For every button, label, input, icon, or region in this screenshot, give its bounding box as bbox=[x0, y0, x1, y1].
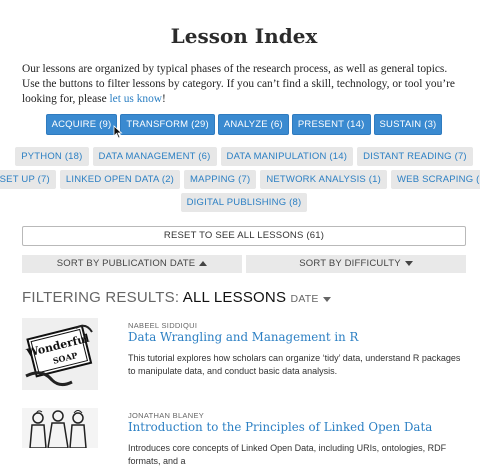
lesson-description: This tutorial explores how scholars can … bbox=[128, 353, 461, 376]
sort-by-difficulty-button[interactable]: SORT BY DIFFICULTY bbox=[246, 255, 466, 273]
chevron-down-icon bbox=[322, 296, 331, 302]
topic-button-python[interactable]: PYTHON (18) bbox=[15, 147, 89, 166]
sort-by-date-button[interactable]: SORT BY PUBLICATION DATE bbox=[22, 255, 242, 273]
intro-paragraph: Our lessons are organized by typical pha… bbox=[22, 62, 466, 107]
mouse-pointer-icon bbox=[113, 125, 123, 139]
sort-ascending-icon bbox=[199, 260, 208, 266]
sort-date-label: SORT BY PUBLICATION DATE bbox=[56, 258, 196, 269]
lesson-author[interactable]: JONATHAN BLANEY bbox=[128, 411, 204, 420]
topic-filter-row-1: PYTHON (18) DATA MANAGEMENT (6) DATA MAN… bbox=[15, 147, 473, 166]
phase-button-present[interactable]: PRESENT (14) bbox=[291, 114, 371, 135]
topic-button-network-analysis[interactable]: NETWORK ANALYSIS (1) bbox=[260, 170, 387, 189]
topic-filter-row-3: DIGITAL PUBLISHING (8) bbox=[22, 193, 466, 212]
phase-button-transform[interactable]: TRANSFORM (29) bbox=[120, 114, 215, 135]
lesson-title[interactable]: Data Wrangling and Management in R bbox=[128, 330, 358, 344]
topic-button-data-manipulation[interactable]: DATA MANIPULATION (14) bbox=[220, 147, 354, 166]
filter-sort-label: DATE bbox=[290, 293, 319, 305]
topic-button-linked-open-data[interactable]: LINKED OPEN DATA (2) bbox=[59, 170, 181, 189]
sort-descending-icon bbox=[404, 260, 413, 266]
let-us-know-link[interactable]: let us know bbox=[109, 93, 162, 105]
lesson-title[interactable]: Introduction to the Principles of Linked… bbox=[128, 420, 432, 434]
lesson-thumbnail[interactable] bbox=[22, 408, 98, 448]
lesson-author[interactable]: NABEEL SIDDIQUI bbox=[128, 321, 197, 330]
topic-button-set-up[interactable]: SET UP (7) bbox=[0, 170, 56, 189]
topic-button-distant-reading[interactable]: DISTANT READING (7) bbox=[357, 147, 473, 166]
topic-button-digital-publishing[interactable]: DIGITAL PUBLISHING (8) bbox=[180, 193, 308, 212]
topic-filter-row-2: SET UP (7) LINKED OPEN DATA (2) MAPPING … bbox=[0, 170, 480, 189]
sort-difficulty-label: SORT BY DIFFICULTY bbox=[299, 258, 401, 269]
phase-filter-buttons: ACQUIRE (9) TRANSFORM (29) ANALYZE (6) P… bbox=[22, 114, 466, 135]
reset-filters-button[interactable]: RESET TO SEE ALL LESSONS (61) bbox=[22, 226, 466, 246]
lesson-thumbnail[interactable]: Wonderful SOAP bbox=[22, 318, 98, 390]
phase-button-acquire[interactable]: ACQUIRE (9) bbox=[45, 114, 118, 135]
page-title: Lesson Index bbox=[170, 24, 318, 48]
filtering-results-heading: FILTERING RESULTS: ALL LESSONS DATE bbox=[22, 289, 331, 306]
topic-button-web-scraping[interactable]: WEB SCRAPING (5) bbox=[391, 170, 480, 189]
topic-button-mapping[interactable]: MAPPING (7) bbox=[184, 170, 257, 189]
filter-sort-dropdown[interactable]: DATE bbox=[291, 293, 331, 305]
soap-ad-image: Wonderful SOAP bbox=[22, 318, 98, 390]
intro-end: ! bbox=[162, 93, 166, 105]
figures-illustration-image bbox=[22, 408, 98, 448]
lesson-description: Introduces core concepts of Linked Open … bbox=[128, 443, 447, 466]
intro-text: Our lessons are organized by typical pha… bbox=[22, 63, 455, 105]
filter-prefix: FILTERING RESULTS: bbox=[22, 289, 183, 306]
phase-button-sustain[interactable]: SUSTAIN (3) bbox=[373, 114, 443, 135]
filter-value: ALL LESSONS bbox=[182, 289, 287, 306]
phase-button-analyze[interactable]: ANALYZE (6) bbox=[217, 114, 289, 135]
topic-button-data-management[interactable]: DATA MANAGEMENT (6) bbox=[92, 147, 217, 166]
